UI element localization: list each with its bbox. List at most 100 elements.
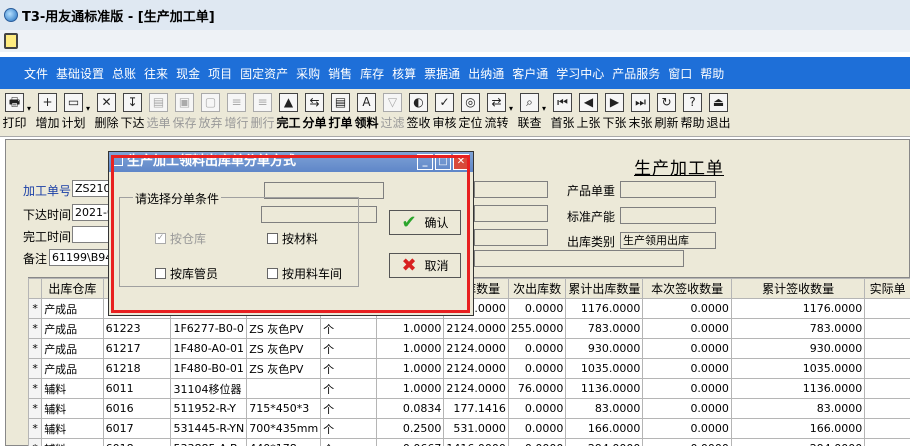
toolbar-button-8[interactable]: ≡ 增行 xyxy=(224,93,249,131)
table-cell[interactable]: ZS 灰色PV xyxy=(246,358,322,379)
table-cell[interactable]: 0.0000 xyxy=(642,318,732,339)
table-cell[interactable]: 产成品 xyxy=(41,338,104,359)
document-icon[interactable] xyxy=(4,33,18,49)
table-cell[interactable]: 1F480-B0-01 xyxy=(170,358,248,379)
menu-item-7[interactable]: 采购 xyxy=(296,65,320,82)
table-cell[interactable]: 166.0000 xyxy=(730,418,866,439)
table-cell[interactable]: 1035.0000 xyxy=(730,358,866,379)
table-cell[interactable]: 76.0000 xyxy=(507,378,567,399)
ok-button[interactable]: ✔ 确认 xyxy=(389,210,461,235)
table-cell[interactable]: 0.0000 xyxy=(507,338,567,359)
table-cell[interactable]: 0.0667 xyxy=(376,438,445,446)
minimize-icon[interactable]: _ xyxy=(417,154,433,170)
table-cell[interactable]: 1.0000 xyxy=(376,378,445,399)
table-cell[interactable]: 0.0000 xyxy=(507,418,567,439)
table-cell[interactable]: * xyxy=(28,378,43,399)
toolbar-button-16[interactable]: ✓ 审核 xyxy=(432,93,457,131)
table-cell[interactable]: 1.0000 xyxy=(376,358,445,379)
table-cell[interactable]: * xyxy=(28,438,43,446)
table-cell[interactable]: 294.0000 xyxy=(730,438,866,446)
table-cell[interactable]: 6016 xyxy=(102,398,172,419)
table-cell[interactable]: 61218 xyxy=(102,358,172,379)
column-header[interactable]: 累计出库数量 xyxy=(565,278,644,299)
table-cell[interactable]: 1136.0000 xyxy=(565,378,644,399)
column-header[interactable] xyxy=(28,278,43,299)
toolbar-button-14[interactable]: ▽ 过滤 xyxy=(380,93,405,131)
table-cell[interactable]: 0.0000 xyxy=(642,358,732,379)
table-cell[interactable]: 0.0000 xyxy=(507,438,567,446)
table-cell[interactable]: 61217 xyxy=(102,338,172,359)
table-cell[interactable]: 1F480-A0-01 xyxy=(170,338,248,359)
table-cell[interactable]: 2124.0000 xyxy=(443,378,509,399)
table-cell[interactable]: 产成品 xyxy=(41,358,104,379)
table-cell[interactable]: 个 xyxy=(320,378,378,399)
by-keeper-checkbox[interactable]: 按库管员 xyxy=(155,265,218,282)
table-row[interactable]: * 产成品 61218 1F480-B0-01 ZS 灰色PV 个 1.0000 2124.0… xyxy=(28,358,910,379)
table-cell[interactable]: 61223 xyxy=(102,318,172,339)
product-unit-field[interactable] xyxy=(620,181,716,198)
table-cell[interactable]: 0.0000 xyxy=(642,418,732,439)
table-cell[interactable]: 700*435mm xyxy=(246,418,322,439)
toolbar-button-22[interactable]: ▶ 下张 xyxy=(602,93,627,131)
table-cell[interactable]: * xyxy=(28,318,43,339)
table-cell[interactable]: * xyxy=(28,358,43,379)
table-cell[interactable] xyxy=(246,378,322,399)
table-cell[interactable]: ZS 灰色PV xyxy=(246,338,322,359)
table-cell[interactable]: 177.1416 xyxy=(443,398,509,419)
table-cell[interactable]: 930.0000 xyxy=(565,338,644,359)
table-cell[interactable]: 1176.0000 xyxy=(565,298,644,319)
table-cell[interactable]: 产成品 xyxy=(41,298,104,319)
toolbar-button-17[interactable]: ◎ 定位 xyxy=(458,93,483,131)
column-header[interactable]: 本次签收数量 xyxy=(642,278,732,299)
menu-item-6[interactable]: 固定资产 xyxy=(240,65,288,82)
table-row[interactable]: * 产成品 61217 1F480-A0-01 ZS 灰色PV 个 1.0000 2124.0… xyxy=(28,338,910,359)
column-header[interactable]: 次出库数 xyxy=(507,278,567,299)
toolbar-button-5[interactable]: ▤ 选单 xyxy=(146,93,171,131)
table-cell[interactable]: 2124.0000 xyxy=(443,318,509,339)
table-cell[interactable] xyxy=(864,298,910,319)
table-cell[interactable]: 1035.0000 xyxy=(565,358,644,379)
dropdown-arrow-icon[interactable]: ▾ xyxy=(542,100,546,117)
table-cell[interactable]: 783.0000 xyxy=(730,318,866,339)
menu-item-3[interactable]: 往来 xyxy=(144,65,168,82)
menu-item-4[interactable]: 现金 xyxy=(176,65,200,82)
toolbar-button-10[interactable]: ▲ 完工 xyxy=(276,93,301,131)
table-cell[interactable]: 531445-R-YN xyxy=(170,418,248,439)
table-cell[interactable] xyxy=(864,398,910,419)
toolbar-button-0[interactable]: 🖶 ▾ 打印 xyxy=(2,93,31,131)
table-cell[interactable]: 个 xyxy=(320,358,378,379)
table-cell[interactable] xyxy=(864,358,910,379)
table-cell[interactable]: 辅料 xyxy=(41,378,104,399)
toolbar-button-7[interactable]: ▢ 放弃 xyxy=(198,93,223,131)
table-cell[interactable]: * xyxy=(28,298,43,319)
menu-item-13[interactable]: 客户通 xyxy=(512,65,548,82)
table-cell[interactable]: 2124.0000 xyxy=(443,338,509,359)
toolbar-button-15[interactable]: ◐ 签收 xyxy=(406,93,431,131)
column-header[interactable]: 出库仓库 xyxy=(41,278,104,299)
std-capacity-field[interactable] xyxy=(620,207,716,224)
table-cell[interactable]: 531.0000 xyxy=(443,418,509,439)
dropdown-arrow-icon[interactable]: ▾ xyxy=(27,100,31,117)
menu-item-9[interactable]: 库存 xyxy=(360,65,384,82)
table-cell[interactable]: 715*450*3 xyxy=(246,398,322,419)
menu-item-5[interactable]: 项目 xyxy=(208,65,232,82)
table-cell[interactable]: 辅料 xyxy=(41,438,104,446)
table-cell[interactable]: 产成品 xyxy=(41,318,104,339)
table-cell[interactable]: 1176.0000 xyxy=(730,298,866,319)
table-cell[interactable]: * xyxy=(28,418,43,439)
table-cell[interactable]: 783.0000 xyxy=(565,318,644,339)
toolbar-button-6[interactable]: ▣ 保存 xyxy=(172,93,197,131)
table-cell[interactable] xyxy=(864,418,910,439)
table-cell[interactable]: 个 xyxy=(320,398,378,419)
table-cell[interactable]: 83.0000 xyxy=(565,398,644,419)
table-cell[interactable]: * xyxy=(28,398,43,419)
table-cell[interactable]: 0.0834 xyxy=(376,398,445,419)
toolbar-button-2[interactable]: ▭ ▾ 计划 xyxy=(61,93,90,131)
toolbar-button-18[interactable]: ⇄ ▾ 流转 xyxy=(484,93,513,131)
table-cell[interactable]: 辅料 xyxy=(41,398,104,419)
menu-item-14[interactable]: 学习中心 xyxy=(556,65,604,82)
table-row[interactable]: * 产成品 61223 1F6277-B0-0 ZS 灰色PV 个 1.0000 2124.0… xyxy=(28,318,910,339)
toolbar-button-12[interactable]: ▤ 打单 xyxy=(328,93,353,131)
toolbar-button-13[interactable]: A 领料 xyxy=(354,93,379,131)
table-cell[interactable]: 个 xyxy=(320,438,378,446)
